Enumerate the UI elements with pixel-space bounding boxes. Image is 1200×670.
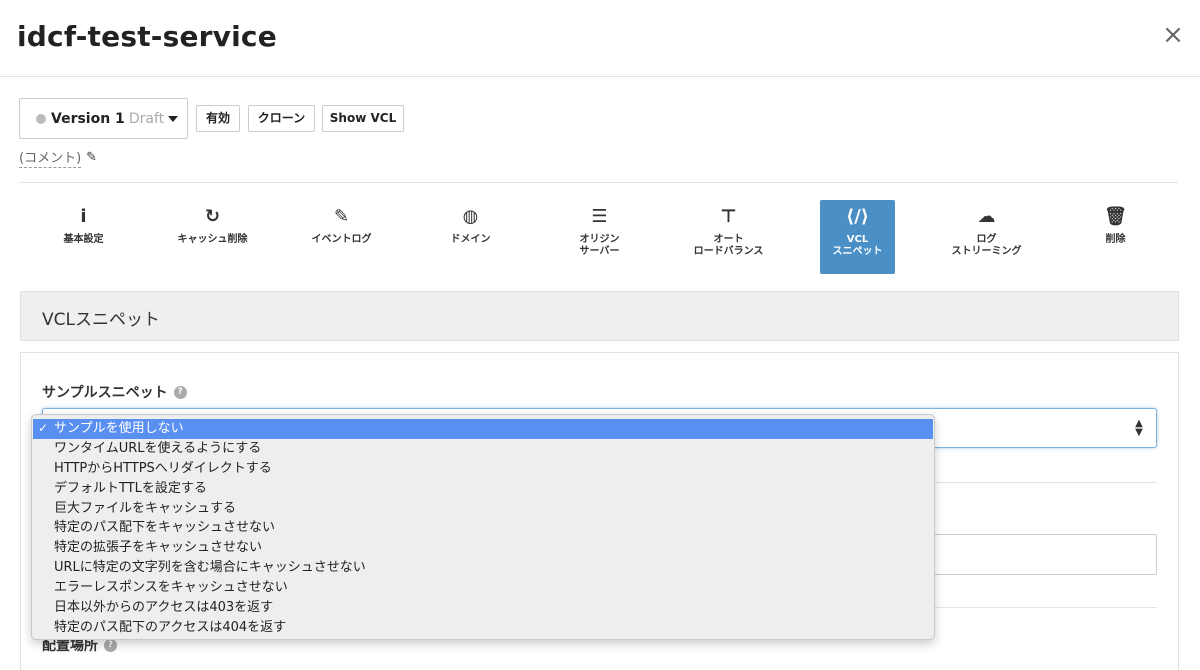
section-header: VCLスニペット	[20, 291, 1179, 341]
nav-item-label: ログ ストリーミング	[951, 234, 1022, 257]
help-icon[interactable]: ?	[104, 638, 117, 652]
select-option[interactable]: エラーレスポンスをキャッシュさせない	[32, 578, 934, 598]
sitemap-icon: ⊤	[720, 206, 737, 227]
nav-item-2[interactable]: ✎ イベントログ	[304, 200, 379, 274]
select-option[interactable]: 日本以外からのアクセスは403を返す	[32, 598, 934, 618]
select-option[interactable]: デフォルトTTLを設定する	[32, 479, 934, 499]
nav-item-8[interactable]: 🗑 削除	[1078, 200, 1153, 274]
nav-item-label: イベントログ	[311, 234, 372, 245]
version-status: Draft	[128, 110, 165, 127]
nav-item-label: ドメイン	[450, 234, 491, 245]
help-icon[interactable]: ?	[173, 385, 187, 399]
info-icon: i	[80, 206, 87, 227]
nav-item-label: キャッシュ削除	[177, 234, 248, 245]
cloud-download-icon: ☁	[977, 206, 996, 227]
select-option[interactable]: ✓ サンプルを使用しない	[33, 419, 933, 439]
select-option[interactable]: HTTPからHTTPSへリダイレクトする	[32, 459, 934, 479]
select-option-label: ワンタイムURLを使えるようにする	[54, 440, 262, 456]
nav-item-4[interactable]: ☰ オリジン サーバー	[562, 200, 637, 274]
trash-icon: 🗑	[1104, 206, 1127, 227]
select-option-label: 特定のパス配下のアクセスは404を返す	[54, 619, 287, 635]
select-option-label: HTTPからHTTPSへリダイレクトする	[54, 460, 272, 476]
select-option[interactable]: 巨大ファイルをキャッシュする	[32, 499, 934, 519]
sample-snippet-label-text: サンプルスニペット	[42, 385, 168, 401]
code-file-icon: ⟨/⟩	[845, 206, 870, 227]
section-title: VCLスニペット	[42, 310, 160, 330]
nav-item-6[interactable]: ⟨/⟩ VCL スニペット	[820, 200, 895, 274]
select-option-label: エラーレスポンスをキャッシュさせない	[54, 580, 288, 596]
select-option-label: 特定の拡張子をキャッシュさせない	[54, 540, 263, 556]
version-label: Version 1	[51, 110, 125, 127]
nav-item-label: 基本設定	[63, 234, 104, 245]
clone-button[interactable]: クローン	[248, 105, 315, 132]
select-option[interactable]: 特定の拡張子をキャッシュさせない	[32, 538, 934, 558]
nav-item-7[interactable]: ☁ ログ ストリーミング	[949, 200, 1024, 274]
pencil-icon: ✎	[86, 150, 98, 165]
select-option[interactable]: URLに特定の文字列を含む場合にキャッシュさせない	[32, 558, 934, 578]
comment-label: (コメント)	[19, 147, 82, 168]
page-title: idcf-test-service	[17, 20, 277, 53]
select-option-label: URLに特定の文字列を含む場合にキャッシュさせない	[54, 560, 366, 576]
close-icon[interactable]: ×	[1160, 22, 1186, 48]
globe-icon: ◍	[462, 206, 479, 227]
select-option-label: 巨大ファイルをキャッシュする	[54, 500, 237, 516]
select-option[interactable]: 特定のパス配下をキャッシュさせない	[32, 518, 934, 538]
sample-snippet-options: ✓ サンプルを使用しないワンタイムURLを使えるようにする HTTPからHTTPSへ…	[31, 414, 935, 640]
check-icon: ✓	[38, 421, 49, 435]
select-option[interactable]: ワンタイムURLを使えるようにする	[32, 439, 934, 459]
sample-snippet-label: サンプルスニペット ?	[42, 382, 187, 402]
select-option-label: 日本以外からのアクセスは403を返す	[54, 600, 274, 616]
nav-item-1[interactable]: ↻ キャッシュ削除	[175, 200, 250, 274]
select-option-label: 特定のパス配下をキャッシュさせない	[54, 520, 276, 536]
comment-link[interactable]: (コメント) ✎	[19, 147, 97, 168]
select-option[interactable]: 特定のパス配下のアクセスは404を返す	[32, 618, 934, 638]
select-option-label: デフォルトTTLを設定する	[54, 480, 207, 496]
nav-item-label: オリジン サーバー	[579, 234, 620, 257]
divider	[19, 182, 1178, 183]
version-dropdown-button[interactable]: Version 1 Draft	[19, 98, 188, 139]
caret-down-icon	[168, 115, 179, 122]
edit-log-icon: ✎	[333, 206, 350, 227]
server-icon: ☰	[591, 206, 608, 227]
nav-item-0[interactable]: i 基本設定	[46, 200, 121, 274]
nav-item-3[interactable]: ◍ ドメイン	[433, 200, 508, 274]
header: idcf-test-service ×	[0, 0, 1200, 77]
select-option-label: サンプルを使用しない	[54, 421, 184, 436]
activate-button[interactable]: 有効	[196, 105, 240, 132]
select-arrows-icon: ▲ ▼	[1135, 418, 1143, 438]
nav-item-label: VCL スニペット	[832, 234, 883, 257]
show-vcl-button[interactable]: Show VCL	[322, 105, 404, 132]
nav-item-5[interactable]: ⊤ オート ロードバランス	[691, 200, 766, 274]
refresh-icon: ↻	[204, 206, 221, 227]
nav-item-label: オート ロードバランス	[693, 234, 764, 257]
status-dot-icon	[36, 113, 46, 124]
nav-item-label: 削除	[1105, 234, 1126, 245]
